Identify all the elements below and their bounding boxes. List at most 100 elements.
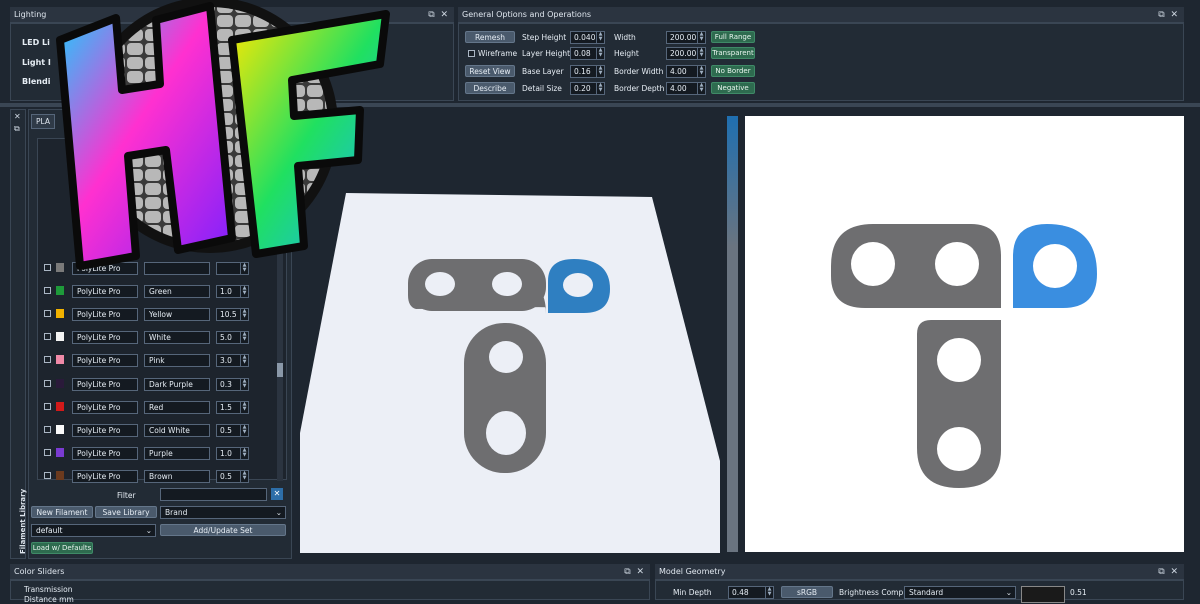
spin-icon[interactable]: ▲ ▼ — [596, 83, 604, 94]
color-name-field[interactable]: Green — [144, 285, 210, 299]
value-field[interactable]: 1.0 ▲ ▼ — [216, 446, 249, 460]
depth-slider[interactable] — [727, 116, 738, 552]
new-filament-button[interactable]: New Filament — [31, 506, 93, 518]
spin-icon[interactable]: ▲ ▼ — [240, 286, 248, 298]
brand-field[interactable]: PolyLite Pro — [72, 354, 138, 368]
row-checkbox[interactable] — [44, 356, 51, 364]
pin-icon[interactable]: ⧉ — [1158, 10, 1164, 20]
spin-icon[interactable]: ▲ ▼ — [596, 48, 604, 59]
list-item[interactable]: PolyLite Pro Cold White 0.5 ▲ ▼ — [38, 419, 288, 442]
spin-icon[interactable]: ▲ ▼ — [240, 309, 248, 321]
value-field[interactable]: 0.3 ▲ ▼ — [216, 377, 249, 391]
full-range-toggle[interactable]: Full Range — [711, 31, 755, 43]
width-input[interactable]: 200.00 ▲ ▼ — [666, 31, 706, 44]
spin-icon[interactable]: ▲ ▼ — [240, 332, 248, 344]
brand-field[interactable]: PolyLite Pro — [72, 446, 138, 460]
spin-icon[interactable]: ▲ ▼ — [240, 401, 248, 413]
row-checkbox[interactable] — [44, 448, 51, 456]
wireframe-checkbox[interactable] — [468, 50, 475, 57]
pin-icon[interactable]: ⧉ — [1158, 567, 1164, 577]
min-depth-input[interactable]: 0.48 ▲ ▼ — [728, 586, 774, 599]
brand-field[interactable]: PolyLite Pro — [72, 331, 138, 345]
clear-filter-icon[interactable]: ✕ — [271, 488, 283, 500]
row-checkbox[interactable] — [44, 471, 51, 479]
spin-icon[interactable]: ▲ ▼ — [240, 470, 248, 482]
row-checkbox[interactable] — [44, 310, 51, 318]
value-field[interactable]: 5.0 ▲ ▼ — [216, 331, 249, 345]
color-name-field[interactable]: Dark Purple — [144, 377, 210, 391]
value-field[interactable]: 10.5 ▲ ▼ — [216, 308, 249, 322]
close-icon[interactable]: ✕ — [440, 10, 448, 20]
list-item[interactable]: PolyLite Pro Dark Purple 0.3 ▲ ▼ — [38, 373, 288, 396]
value-field[interactable]: 0.5 ▲ ▼ — [216, 423, 249, 437]
spin-icon[interactable]: ▲ ▼ — [240, 378, 248, 390]
list-item[interactable]: PolyLite Pro Brown 0.5 ▲ ▼ — [38, 465, 288, 488]
color-name-field[interactable]: Pink — [144, 354, 210, 368]
list-item[interactable]: PolyLite Pro Purple 1.0 ▲ ▼ — [38, 442, 288, 465]
value-field[interactable]: 3.0 ▲ ▼ — [216, 354, 249, 368]
close-icon[interactable]: ✕ — [1170, 567, 1178, 577]
load-defaults-button[interactable]: Load w/ Defaults — [31, 542, 93, 554]
row-checkbox[interactable] — [44, 425, 51, 433]
color-preview-icon[interactable] — [1021, 586, 1065, 603]
pin-icon[interactable]: ⧉ — [624, 567, 630, 577]
spin-icon[interactable]: ▲ ▼ — [765, 587, 773, 598]
spin-icon[interactable]: ▲ ▼ — [240, 447, 248, 459]
spin-icon[interactable]: ▲ ▼ — [240, 355, 248, 367]
value-field[interactable]: 1.0 ▲ ▼ — [216, 285, 249, 299]
height-input[interactable]: 200.00 ▲ ▼ — [666, 47, 706, 60]
list-item[interactable]: PolyLite Pro White 5.0 ▲ ▼ — [38, 326, 288, 349]
pin-icon[interactable]: ⧉ — [428, 10, 434, 20]
color-name-field[interactable]: Red — [144, 400, 210, 414]
filter-input[interactable] — [160, 488, 267, 501]
layer-height-input[interactable]: 0.08 ▲ ▼ — [570, 47, 605, 60]
brightness-select[interactable]: Standard ⌄ — [904, 586, 1016, 599]
color-name-field[interactable]: Brown — [144, 469, 210, 483]
value-field[interactable]: 0.5 ▲ ▼ — [216, 469, 249, 483]
base-layer-input[interactable]: 0.16 ▲ ▼ — [570, 65, 605, 78]
spin-icon[interactable]: ▲ ▼ — [596, 32, 604, 43]
brand-field[interactable]: PolyLite Pro — [72, 400, 138, 414]
brand-field[interactable]: PolyLite Pro — [72, 377, 138, 391]
scrollbar-thumb[interactable] — [277, 363, 283, 377]
spin-icon[interactable]: ▲ ▼ — [596, 66, 604, 77]
step-height-input[interactable]: 0.040 ▲ ▼ — [570, 31, 605, 44]
add-update-set-button[interactable]: Add/Update Set — [160, 524, 286, 536]
row-checkbox[interactable] — [44, 287, 51, 295]
color-name-field[interactable]: Cold White — [144, 423, 210, 437]
detail-size-input[interactable]: 0.20 ▲ ▼ — [570, 82, 605, 95]
list-item[interactable]: PolyLite Pro Green 1.0 ▲ ▼ — [38, 280, 288, 303]
no-border-toggle[interactable]: No Border — [711, 65, 755, 77]
sort-select[interactable]: Brand ⌄ — [160, 506, 286, 519]
spin-icon[interactable]: ▲ ▼ — [697, 83, 705, 94]
reset-view-button[interactable]: Reset View — [465, 65, 515, 77]
spin-icon[interactable]: ▲ ▼ — [697, 66, 705, 77]
color-name-field[interactable]: Purple — [144, 446, 210, 460]
spin-icon[interactable]: ▲ ▼ — [697, 48, 705, 59]
srgb-button[interactable]: sRGB — [781, 586, 833, 598]
brand-field[interactable]: PolyLite Pro — [72, 423, 138, 437]
brand-field[interactable]: PolyLite Pro — [72, 469, 138, 483]
border-depth-input[interactable]: 4.00 ▲ ▼ — [666, 82, 706, 95]
remesh-button[interactable]: Remesh — [465, 31, 515, 43]
close-icon[interactable]: ✕ — [1170, 10, 1178, 20]
negative-toggle[interactable]: Negative — [711, 82, 755, 94]
close-icon[interactable]: ✕ — [636, 567, 644, 577]
value-field[interactable]: 1.5 ▲ ▼ — [216, 400, 249, 414]
brand-field[interactable]: PolyLite Pro — [72, 285, 138, 299]
spin-icon[interactable]: ▲ ▼ — [240, 424, 248, 436]
list-item[interactable]: PolyLite Pro Pink 3.0 ▲ ▼ — [38, 349, 288, 372]
set-select[interactable]: default ⌄ — [31, 524, 156, 537]
color-name-field[interactable]: White — [144, 331, 210, 345]
row-checkbox[interactable] — [44, 333, 51, 341]
color-name-field[interactable]: Yellow — [144, 308, 210, 322]
brand-field[interactable]: PolyLite Pro — [72, 308, 138, 322]
list-item[interactable]: PolyLite Pro Yellow 10.5 ▲ ▼ — [38, 303, 288, 326]
spin-icon[interactable]: ▲ ▼ — [697, 32, 705, 43]
list-item[interactable]: PolyLite Pro Red 1.5 ▲ ▼ — [38, 396, 288, 419]
save-library-button[interactable]: Save Library — [95, 506, 157, 518]
row-checkbox[interactable] — [44, 379, 51, 387]
border-width-input[interactable]: 4.00 ▲ ▼ — [666, 65, 706, 78]
describe-button[interactable]: Describe — [465, 82, 515, 94]
transparent-toggle[interactable]: Transparent — [711, 47, 755, 59]
